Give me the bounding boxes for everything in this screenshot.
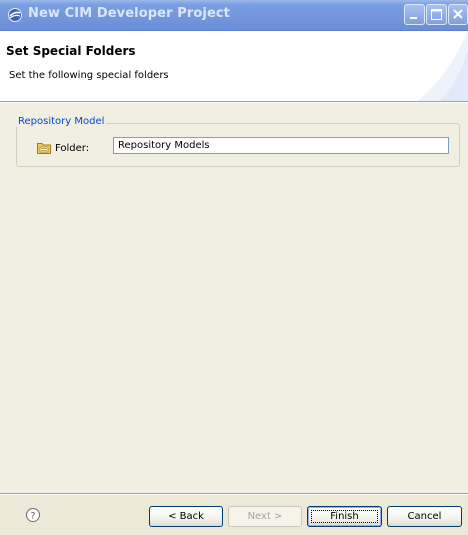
eclipse-icon xyxy=(8,8,22,22)
back-button[interactable]: < Back xyxy=(149,506,223,527)
close-button[interactable] xyxy=(448,4,468,25)
finish-button[interactable]: Finish xyxy=(307,506,382,527)
close-icon xyxy=(453,9,463,19)
finish-label: Finish xyxy=(330,511,359,522)
help-icon[interactable]: ? xyxy=(25,507,41,523)
next-button[interactable]: Next > xyxy=(228,506,302,527)
cancel-button[interactable]: Cancel xyxy=(387,506,462,527)
folder-label: Folder: xyxy=(55,143,90,154)
page-title: Set Special Folders xyxy=(6,44,136,58)
maximize-button[interactable] xyxy=(426,4,447,25)
title-bar[interactable]: New CIM Developer Project xyxy=(0,0,468,31)
wizard-dialog: New CIM Developer Project Set Special Fo… xyxy=(0,0,468,535)
wizard-header: Set Special Folders Set the following sp… xyxy=(0,31,468,101)
maximize-icon xyxy=(431,9,442,20)
wizard-content: Repository Model Folder: xyxy=(0,103,468,493)
minimize-icon xyxy=(410,17,417,19)
minimize-button[interactable] xyxy=(404,4,425,25)
window-title: New CIM Developer Project xyxy=(28,6,230,21)
page-description: Set the following special folders xyxy=(9,70,169,81)
folder-icon xyxy=(37,143,51,154)
wizard-banner-graphic xyxy=(418,31,468,101)
svg-text:?: ? xyxy=(31,512,36,522)
group-legend: Repository Model xyxy=(16,116,107,127)
folder-field[interactable] xyxy=(113,137,449,154)
wizard-footer: ? < Back Next > Finish Cancel xyxy=(0,495,468,535)
